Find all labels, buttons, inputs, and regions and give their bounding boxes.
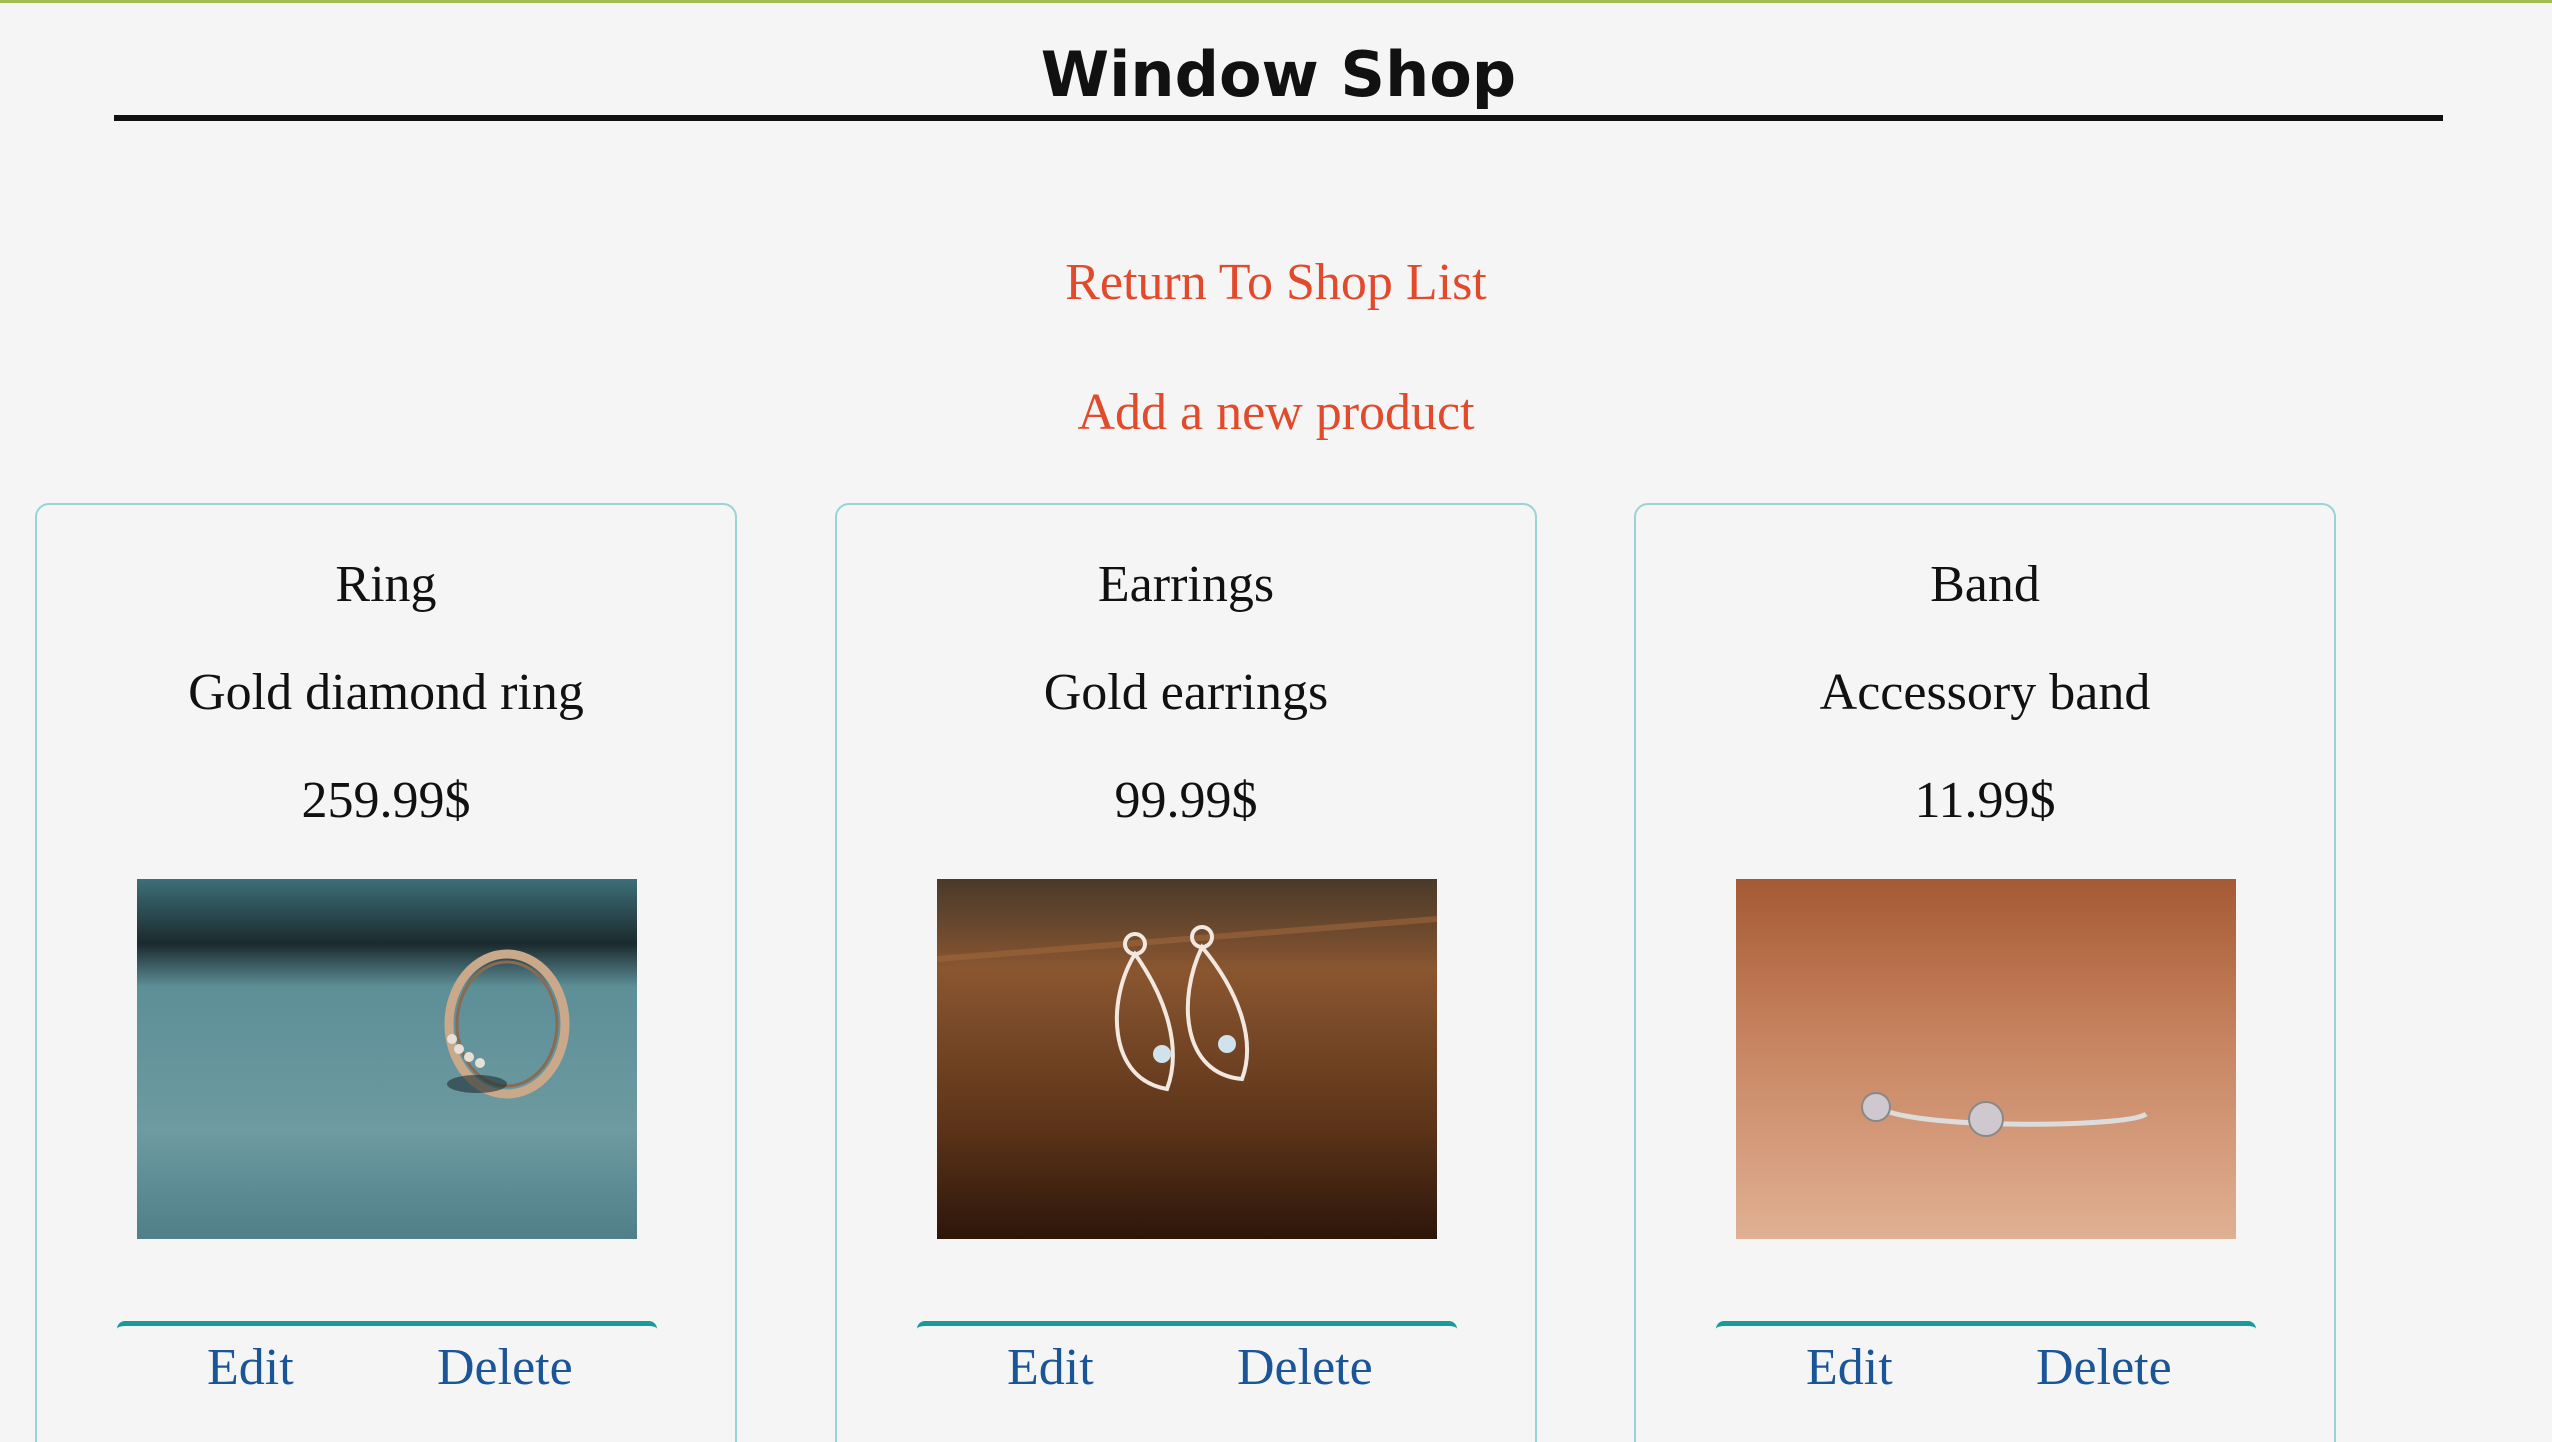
delete-button[interactable]: Delete [1237,1338,1373,1397]
product-name: Ring [335,556,437,613]
return-to-shop-list-link[interactable]: Return To Shop List [0,253,2552,312]
product-description: Gold diamond ring [188,664,584,721]
delete-button[interactable]: Delete [2036,1338,2172,1397]
earrings-photo [937,879,1437,1239]
product-price: 11.99$ [1914,772,2056,829]
product-card: Earrings Gold earrings 99.99$ Edit Delet… [835,503,1537,1442]
edit-button[interactable]: Edit [1007,1338,1094,1397]
band-photo [1736,879,2236,1239]
product-card: Band Accessory band 11.99$ Edit Delete [1634,503,2336,1442]
page-header: Window Shop [114,35,2443,121]
product-actions: Edit Delete [1716,1321,2256,1416]
product-actions: Edit Delete [917,1321,1457,1416]
ring-photo [137,879,637,1239]
add-new-product-link[interactable]: Add a new product [0,383,2552,442]
edit-button[interactable]: Edit [207,1338,294,1397]
product-actions: Edit Delete [117,1321,657,1416]
product-price: 259.99$ [301,772,471,829]
product-description: Gold earrings [1043,664,1329,721]
product-name: Band [1930,556,2040,613]
page-title: Window Shop [1040,38,1517,111]
delete-button[interactable]: Delete [437,1338,573,1397]
product-name: Earrings [1097,556,1275,613]
product-description: Accessory band [1819,664,2151,721]
edit-button[interactable]: Edit [1806,1338,1893,1397]
product-price: 99.99$ [1114,772,1258,829]
product-card: Ring Gold diamond ring 259.99$ Edit Dele… [35,503,737,1442]
